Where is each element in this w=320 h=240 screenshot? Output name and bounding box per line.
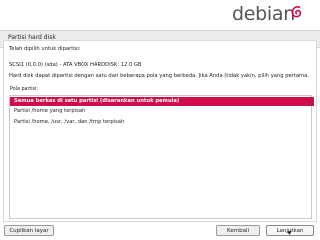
screenshot-button[interactable]: Cuplikan layar	[4, 225, 54, 236]
list-item[interactable]: Partisi /home, /usr, /var, dan /tmp terp…	[10, 118, 314, 127]
partition-scheme-list[interactable]: Semua berkas di satu partisi (disarankan…	[9, 95, 314, 219]
list-label: Pola partisi:	[10, 87, 39, 92]
option-label: Semua berkas di satu partisi (disarankan…	[14, 98, 180, 104]
list-item[interactable]: Partisi /home yang terpisah	[10, 107, 314, 116]
selected-disk: SCSI1 (0,0,0) (sda) - ATA VBOX HARDDISK:…	[9, 62, 142, 68]
debian-swirl-icon	[291, 6, 302, 18]
option-label: Partisi /home yang terpisah	[14, 108, 86, 114]
debian-logo-text: debian	[232, 3, 295, 25]
option-label: Partisi /home, /usr, /var, dan /tmp terp…	[14, 119, 125, 125]
content-panel: Telah dipilih untuk dipartisi: SCSI1 (0,…	[3, 40, 317, 222]
list-item[interactable]: Semua berkas di satu partisi (disarankan…	[10, 97, 314, 106]
back-button[interactable]: Kembali	[216, 225, 260, 236]
header-banner: debian	[0, 0, 320, 30]
selection-prompt: Telah dipilih untuk dipartisi:	[9, 46, 81, 52]
instructions-text: Hard disk dapat dipartisi dengan satu da…	[9, 73, 309, 79]
